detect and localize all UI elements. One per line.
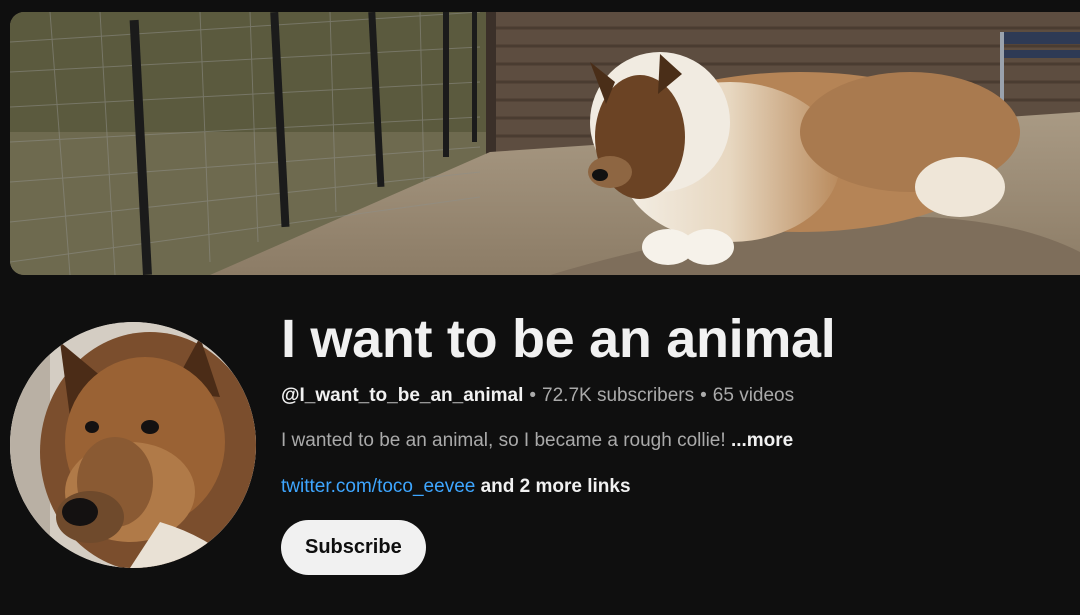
channel-description[interactable]: I wanted to be an animal, so I became a …	[281, 427, 1071, 455]
channel-avatar[interactable]	[10, 322, 256, 568]
avatar-image	[10, 322, 256, 568]
subscribe-button[interactable]: Subscribe	[281, 520, 426, 575]
channel-handle[interactable]: @I_want_to_be_an_animal	[281, 385, 523, 406]
subscriber-count: 72.7K subscribers	[542, 385, 695, 406]
more-button[interactable]: ...more	[731, 430, 793, 451]
channel-banner	[10, 12, 1080, 275]
banner-image	[10, 12, 1080, 275]
channel-meta: @I_want_to_be_an_animal • 72.7K subscriber…	[281, 382, 1071, 410]
twitter-link[interactable]: twitter.com/toco_eevee	[281, 476, 475, 497]
meta-separator: •	[700, 385, 707, 406]
video-count: 65 videos	[712, 385, 795, 406]
meta-separator: •	[529, 385, 537, 406]
channel-info: I want to be an animal @I_want_to_be_an_…	[281, 300, 1071, 575]
more-links-button[interactable]: and 2 more links	[481, 476, 631, 497]
description-text: I wanted to be an animal, so I became a …	[281, 430, 726, 451]
channel-title: I want to be an animal	[281, 309, 836, 369]
channel-links: twitter.com/toco_eevee and 2 more links	[281, 473, 1071, 501]
